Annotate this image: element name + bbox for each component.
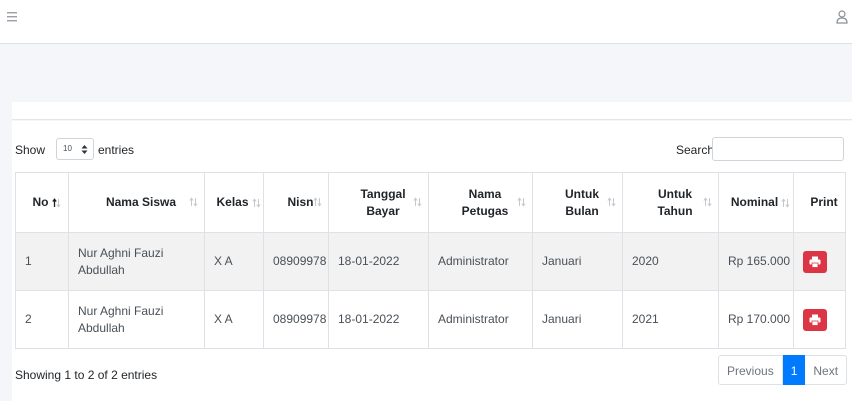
table-info: Showing 1 to 2 of 2 entries	[15, 368, 158, 382]
column-header-nama-siswa[interactable]: Nama Siswa	[68, 172, 205, 233]
cell-nama-siswa: Nur Aghni Fauzi Abdullah	[68, 290, 205, 349]
cell-tanggal-bayar: 18-01-2022	[328, 232, 429, 291]
user-icon[interactable]	[836, 10, 848, 24]
cell-print	[793, 232, 846, 291]
cell-no: 2	[15, 290, 69, 349]
entries-length-value: 10	[63, 144, 72, 153]
column-header-tanggal-bayar[interactable]: Tanggal Bayar	[328, 172, 429, 233]
cell-print	[793, 290, 846, 349]
cell-untuk-tahun: 2020	[622, 232, 719, 291]
column-label: Untuk Bulan	[565, 186, 599, 218]
column-label: Nisn	[287, 195, 314, 209]
page-1-button[interactable]: 1	[782, 355, 806, 385]
column-label: Nama Petugas	[461, 186, 509, 218]
sort-icon	[517, 197, 526, 207]
sort-icon	[703, 197, 712, 207]
print-icon	[809, 314, 821, 326]
column-label: Nama Siswa	[105, 195, 177, 209]
column-label: Kelas	[216, 195, 249, 209]
column-header-untuk-bulan[interactable]: Untuk Bulan	[532, 172, 623, 233]
cell-no: 1	[15, 232, 69, 291]
column-label: Nominal	[730, 195, 779, 209]
sort-icon	[189, 197, 198, 207]
top-navbar	[0, 0, 852, 44]
payment-table: No Nama Siswa Kelas Nisn Tanggal Bayar N…	[15, 172, 846, 349]
column-label: No	[32, 195, 49, 209]
column-header-kelas[interactable]: Kelas	[204, 172, 264, 233]
hamburger-icon[interactable]	[6, 10, 20, 24]
sort-icon	[313, 197, 322, 207]
card-header	[12, 102, 852, 120]
print-button[interactable]	[803, 250, 827, 273]
cell-kelas: X A	[204, 290, 264, 349]
entries-length-select[interactable]: 10	[56, 138, 94, 160]
cell-nominal: Rp 170.000	[718, 290, 794, 349]
column-label: Print	[810, 195, 838, 209]
next-page-button[interactable]: Next	[805, 355, 848, 385]
table-row: 1 Nur Aghni Fauzi Abdullah X A 08909978 …	[15, 232, 846, 291]
cell-nisn: 08909978	[263, 232, 329, 291]
content-header	[0, 44, 852, 102]
cell-tanggal-bayar: 18-01-2022	[328, 290, 429, 349]
search-input[interactable]	[712, 137, 844, 161]
print-button[interactable]	[803, 308, 827, 331]
select-arrows-icon	[81, 145, 88, 154]
sort-icon	[781, 198, 790, 208]
cell-untuk-bulan: Januari	[532, 232, 623, 291]
cell-untuk-tahun: 2021	[622, 290, 719, 349]
print-icon	[809, 256, 821, 268]
column-label: Tanggal Bayar	[360, 186, 406, 218]
column-header-nominal[interactable]: Nominal	[718, 172, 794, 233]
show-label: Show	[15, 143, 46, 157]
column-header-no[interactable]: No	[15, 172, 69, 233]
sort-icon	[251, 198, 261, 208]
cell-untuk-bulan: Januari	[532, 290, 623, 349]
column-label: Untuk Tahun	[657, 186, 693, 218]
cell-nisn: 08909978	[263, 290, 329, 349]
column-header-nisn[interactable]: Nisn	[263, 172, 329, 233]
sort-icon	[413, 197, 422, 207]
pagination: Previous 1 Next	[718, 355, 848, 385]
column-header-print: Print	[793, 172, 846, 233]
table-row: 2 Nur Aghni Fauzi Abdullah X A 08909978 …	[15, 290, 846, 349]
sort-ascending-icon	[51, 197, 61, 208]
column-header-nama-petugas[interactable]: Nama Petugas	[428, 172, 533, 233]
cell-nama-petugas: Administrator	[428, 290, 533, 349]
column-header-untuk-tahun[interactable]: Untuk Tahun	[622, 172, 719, 233]
cell-nama-petugas: Administrator	[428, 232, 533, 291]
sort-icon	[607, 197, 616, 207]
previous-page-button[interactable]: Previous	[718, 355, 783, 385]
cell-nominal: Rp 165.000	[718, 232, 794, 291]
cell-nama-siswa: Nur Aghni Fauzi Abdullah	[68, 232, 205, 291]
cell-kelas: X A	[204, 232, 264, 291]
table-header-row: No Nama Siswa Kelas Nisn Tanggal Bayar N…	[15, 172, 846, 233]
entries-label: entries	[98, 143, 135, 157]
